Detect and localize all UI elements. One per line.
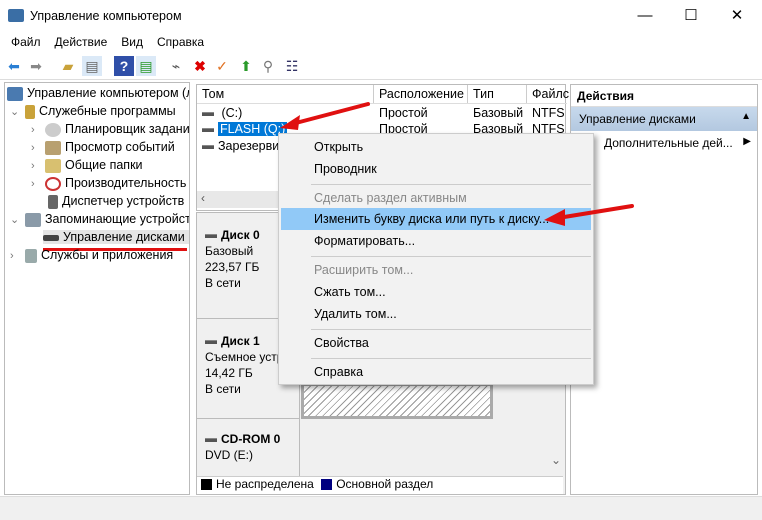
red-arrow-annotation [556,204,634,220]
red-arrow-annotation [290,102,370,126]
annotation-arrows [280,102,634,226]
red-arrow-head [544,209,565,226]
red-arrow-head [280,115,300,130]
